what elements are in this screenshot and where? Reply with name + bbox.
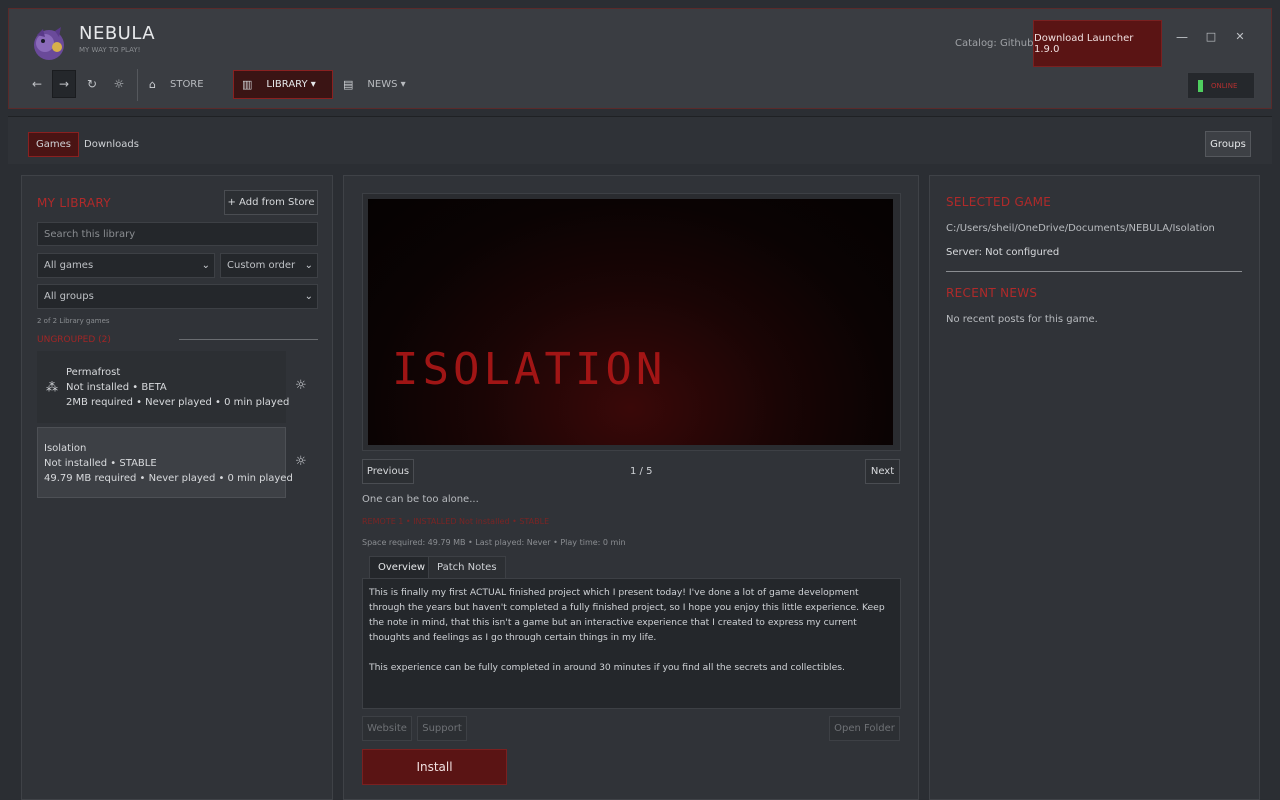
recent-news-title: RECENT NEWS	[946, 286, 1038, 300]
add-from-store-button[interactable]: + Add from Store	[224, 190, 318, 215]
game-icon: ⁂	[46, 380, 58, 394]
maximize-icon[interactable]: □	[1202, 29, 1220, 45]
groups-filter-value: All groups	[44, 291, 94, 302]
tab-patch-notes[interactable]: Patch Notes	[428, 556, 506, 579]
group-header-ungrouped: UNGROUPED (2)	[37, 335, 111, 345]
description-paragraph: This experience can be fully completed i…	[369, 662, 845, 673]
group-divider	[179, 339, 318, 340]
library-game-permafrost[interactable]: ⁂ Permafrost Not installed • BETA 2MB re…	[37, 351, 290, 423]
online-status: ONLINE	[1187, 72, 1255, 99]
selected-game-panel: SELECTED GAME C:/Users/sheil/OneDrive/Do…	[929, 175, 1260, 800]
game-detail-panel: ISOLATION Previous 1 / 5 Next One can be…	[343, 175, 919, 800]
close-icon[interactable]: ✕	[1231, 29, 1249, 45]
next-button[interactable]: Next	[865, 459, 900, 484]
store-icon: ⌂	[149, 78, 156, 91]
app-tagline: MY WAY TO PLAY!	[79, 46, 141, 54]
install-path: C:/Users/sheil/OneDrive/Documents/NEBULA…	[946, 223, 1215, 234]
nebula-logo-icon	[34, 27, 64, 60]
order-select[interactable]: Custom order ⌄	[220, 253, 318, 278]
minimize-icon[interactable]: —	[1173, 29, 1191, 45]
order-value: Custom order	[227, 260, 296, 271]
library-count: 2 of 2 Library games	[37, 317, 110, 325]
previous-button[interactable]: Previous	[362, 459, 414, 484]
gear-icon[interactable]: ☼	[295, 378, 307, 393]
support-button[interactable]: Support	[417, 716, 467, 741]
game-stats-meta: Space required: 49.79 MB • Last played: …	[362, 538, 626, 547]
library-game-isolation[interactable]: Isolation Not installed • STABLE 49.79 M…	[37, 427, 293, 498]
reload-icon[interactable]: ↻	[80, 70, 104, 98]
back-icon[interactable]: ←	[25, 70, 49, 98]
library-panel: MY LIBRARY + Add from Store Search this …	[21, 175, 333, 800]
nav-news-label: NEWS ▾	[367, 79, 406, 90]
game-name: Isolation	[44, 443, 87, 454]
install-button[interactable]: Install	[362, 749, 507, 785]
selected-game-title: SELECTED GAME	[946, 195, 1052, 209]
app-name: NEBULA	[79, 23, 156, 44]
chevron-down-icon: ⌄	[304, 260, 313, 271]
forward-icon[interactable]: →	[52, 70, 76, 98]
description-paragraph: This is finally my first ACTUAL finished…	[369, 587, 885, 643]
download-launcher-button[interactable]: Download Launcher 1.9.0	[1033, 20, 1162, 67]
nav-divider	[137, 69, 138, 101]
library-icon: ▥	[242, 78, 253, 91]
gear-icon[interactable]: ☼	[295, 454, 307, 469]
tab-downloads[interactable]: Downloads	[77, 132, 146, 157]
library-title: MY LIBRARY	[37, 196, 111, 210]
search-input[interactable]: Search this library	[37, 222, 318, 246]
title-bar: NEBULA MY WAY TO PLAY! Catalog: Github D…	[8, 8, 1272, 109]
nav-news[interactable]: ▤ NEWS ▾	[343, 70, 406, 99]
nav-store-label: STORE	[169, 79, 204, 90]
screenshot-pager: 1 / 5	[630, 466, 653, 477]
tab-overview[interactable]: Overview	[369, 556, 435, 579]
website-button[interactable]: Website	[362, 716, 412, 741]
open-folder-button[interactable]: Open Folder	[829, 716, 900, 741]
game-status: Not installed • BETA	[66, 382, 167, 393]
game-status-meta: REMOTE 1 • INSTALLED Not installed • STA…	[362, 517, 550, 526]
section-divider	[946, 271, 1242, 272]
game-status: Not installed • STABLE	[44, 458, 157, 469]
groups-filter-select[interactable]: All groups ⌄	[37, 284, 318, 309]
screenshot-title: ISOLATION	[392, 344, 667, 395]
games-filter-select[interactable]: All games ⌄	[37, 253, 215, 278]
server-status: Server: Not configured	[946, 247, 1060, 258]
game-description: This is finally my first ACTUAL finished…	[362, 578, 901, 709]
catalog-label: Catalog: Github	[955, 38, 1034, 49]
games-filter-value: All games	[44, 260, 94, 271]
tab-games[interactable]: Games	[28, 132, 79, 157]
game-details: 2MB required • Never played • 0 min play…	[66, 397, 290, 408]
game-details: 49.79 MB required • Never played • 0 min…	[44, 473, 293, 484]
nav-library[interactable]: ▥ LIBRARY ▾	[233, 70, 333, 99]
settings-icon[interactable]: ☼	[107, 70, 131, 98]
groups-button[interactable]: Groups	[1205, 131, 1251, 157]
game-tagline: One can be too alone...	[362, 494, 479, 505]
online-status-label: ONLINE	[1211, 81, 1238, 90]
nav-store[interactable]: ⌂ STORE	[149, 70, 204, 99]
game-screenshot: ISOLATION	[368, 199, 893, 445]
chevron-down-icon: ⌄	[304, 291, 313, 302]
chevron-down-icon: ⌄	[201, 260, 210, 271]
screenshot-viewer: ISOLATION	[362, 193, 901, 451]
nav-library-label: LIBRARY ▾	[266, 79, 316, 90]
game-name: Permafrost	[66, 367, 121, 378]
library-subnav: Games Downloads Groups	[8, 116, 1272, 164]
news-icon: ▤	[343, 78, 354, 91]
online-indicator-icon	[1198, 79, 1203, 92]
no-news-message: No recent posts for this game.	[946, 314, 1098, 325]
